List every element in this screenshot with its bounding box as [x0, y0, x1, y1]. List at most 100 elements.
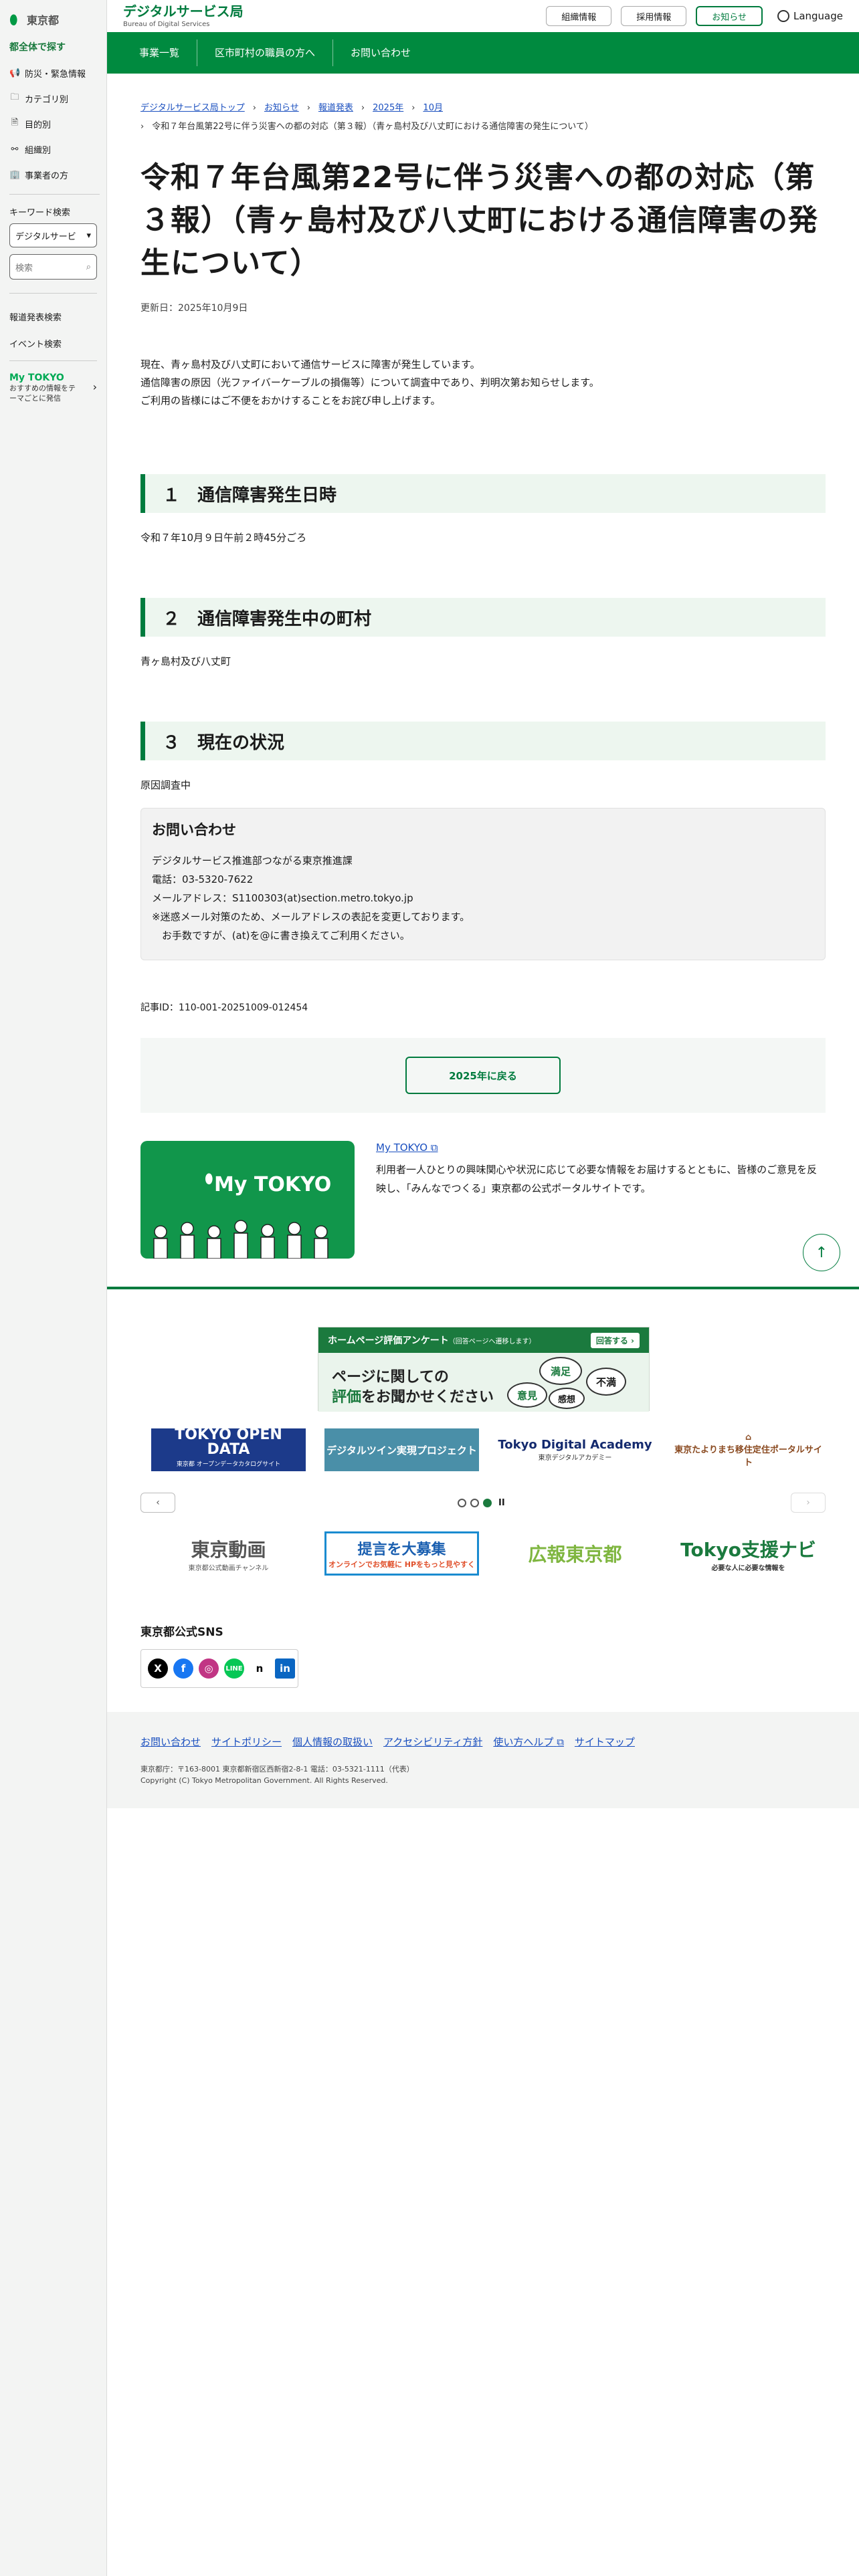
- survey-bar: ホームページ評価アンケート（回答ページへ遷移します） 回答する ›: [318, 1327, 649, 1353]
- line-icon[interactable]: LINE: [224, 1658, 244, 1679]
- address-text: 東京都庁：〒163-8001 東京都新宿区西新宿2-8-1 電話：03-5321…: [140, 1765, 414, 1774]
- sidebar-item-emergency[interactable]: 📢 防災・緊急情報: [9, 60, 100, 86]
- press-release-search-link[interactable]: 報道発表検索: [0, 303, 106, 330]
- survey-answer-button[interactable]: 回答する ›: [590, 1332, 640, 1348]
- nav-item-municipal-staff[interactable]: 区市町村の職員の方へ: [197, 39, 334, 66]
- chevron-right-icon: ›: [411, 103, 415, 113]
- sidebar-item-purpose[interactable]: 🗎 目的別: [9, 111, 100, 136]
- lead-line: 現在、青ヶ島村及び八丈町において通信サービスに障害が発生しています。: [140, 358, 480, 370]
- facebook-icon[interactable]: f: [173, 1658, 193, 1679]
- banner-teigen[interactable]: 提言を大募集 オンラインでお気軽に HPをもっと見やすく: [324, 1531, 480, 1576]
- contact-line: デジタルサービス推進部つながる東京推進課: [152, 855, 353, 867]
- mytokyo-link[interactable]: My TOKYO ⧉: [376, 1142, 438, 1154]
- carousel-prev-button[interactable]: ‹: [140, 1493, 175, 1513]
- main-nav: 事業一覧 区市町村の職員の方へ お問い合わせ: [107, 32, 859, 74]
- globe-icon: [777, 10, 789, 22]
- mytokyo-image-text: My TOKYO: [214, 1173, 332, 1196]
- megaphone-icon: 📢: [9, 68, 21, 78]
- carousel-next-button[interactable]: ›: [791, 1493, 826, 1513]
- language-label: Language: [793, 10, 843, 22]
- sidebar-item-organization[interactable]: ⚯ 組織別: [9, 136, 100, 162]
- language-button[interactable]: Language: [777, 10, 843, 22]
- footer-link-contact[interactable]: お問い合わせ: [140, 1735, 201, 1749]
- sidebar-item-label: 事業者の方: [25, 171, 69, 181]
- survey-line-2: 評価をお聞かせください: [332, 1385, 494, 1406]
- instagram-icon[interactable]: ◎: [199, 1658, 219, 1679]
- search-icon[interactable]: ⌕: [86, 262, 91, 272]
- mytokyo-banner-image[interactable]: ⬮ My TOKYO: [140, 1141, 355, 1259]
- bubble-dissatisfied: 不満: [586, 1368, 626, 1396]
- contact-line: お手数ですが、(at)を@に書き換えてご利用ください。: [152, 930, 410, 942]
- carousel-dot[interactable]: [458, 1499, 466, 1507]
- banner-open-data[interactable]: TOKYO OPEN DATA 東京都 オープンデータカタログサイト: [151, 1428, 306, 1471]
- external-link-icon: ⧉: [557, 1736, 564, 1748]
- recruit-button[interactable]: 採用情報: [621, 6, 687, 26]
- section-body: 令和７年10月９日午前２時45分ごろ: [140, 532, 307, 544]
- footer-link-help[interactable]: 使い方ヘルプ ⧉: [493, 1735, 564, 1749]
- banner-sub: 東京都 オープンデータカタログサイト: [176, 1461, 281, 1468]
- banner-digital-academy[interactable]: Tokyo Digital Academy 東京デジタルアカデミー: [498, 1428, 652, 1471]
- survey-banner[interactable]: ホームページ評価アンケート（回答ページへ遷移します） 回答する › ページに関し…: [318, 1327, 650, 1412]
- breadcrumb-item[interactable]: デジタルサービス局トップ: [140, 103, 245, 113]
- document-icon: 🗎: [11, 118, 19, 128]
- banner-carousel: TOKYO OPEN DATA 東京都 オープンデータカタログサイト デジタルツイ…: [151, 1428, 826, 1471]
- banner-tayori-machi[interactable]: ⌂ 東京たよりまち移住定住ポータルサイト: [671, 1428, 826, 1471]
- keyword-scope-select[interactable]: デジタルサービ ▾: [9, 223, 97, 247]
- carousel-dot-active[interactable]: [483, 1499, 492, 1507]
- department-logo[interactable]: デジタルサービス局 Bureau of Digital Services: [123, 5, 244, 28]
- updated-date: 更新日：2025年10月9日: [140, 303, 248, 314]
- arrow-up-icon: ↑: [815, 1244, 828, 1261]
- mytokyo-promo-text: My TOKYO ⧉ 利用者一人ひとりの興味関心や状況に応じて必要な情報をお届け…: [376, 1141, 824, 1259]
- sns-links: X f ◎ LINE n in: [140, 1649, 298, 1688]
- survey-line-2-rest: をお聞かせください: [361, 1389, 494, 1406]
- breadcrumb-item[interactable]: 報道発表: [318, 103, 353, 113]
- banner-koho-tokyo[interactable]: 広報東京都: [498, 1531, 652, 1576]
- banner-digital-twin[interactable]: デジタルツイン実現プロジェクト: [324, 1428, 479, 1471]
- x-icon[interactable]: X: [148, 1658, 168, 1679]
- back-to-top-button[interactable]: ↑: [803, 1234, 840, 1271]
- survey-line-2-em: 評価: [332, 1389, 362, 1406]
- sidebar-item-label: 目的別: [25, 120, 52, 130]
- chevron-down-icon: ▾: [86, 230, 91, 241]
- org-info-button[interactable]: 組織情報: [546, 6, 612, 26]
- contact-title: お問い合わせ: [152, 822, 236, 838]
- sidebar-item-business[interactable]: 🏢 事業者の方: [9, 162, 100, 187]
- bubble-satisfied: 満足: [539, 1357, 582, 1385]
- banner-sub: オンラインでお気軽に HPをもっと見やすく: [328, 1560, 476, 1569]
- footer-link-sitemap[interactable]: サイトマップ: [575, 1735, 635, 1749]
- mytokyo-sidebar-link[interactable]: My TOKYO おすすめの情報をテーマごとに発信 ›: [0, 370, 106, 404]
- banner-title: Tokyo支援ナビ: [680, 1538, 816, 1561]
- sidebar: ⬮ 東京都 都全体で探す 📢 防災・緊急情報 🗀 カテゴリ別 🗎 目的別 ⚯ 組織別 🏢…: [0, 0, 107, 2576]
- breadcrumb-item[interactable]: 2025年: [373, 103, 403, 113]
- pause-icon[interactable]: II: [498, 1498, 505, 1508]
- mytokyo-desc: 利用者一人ひとりの興味関心や状況に応じて必要な情報をお届けするとともに、皆様のご…: [376, 1164, 818, 1194]
- breadcrumb-item[interactable]: お知らせ: [264, 103, 299, 113]
- bubble-impression: 感想: [549, 1388, 585, 1409]
- event-search-link[interactable]: イベント検索: [0, 330, 106, 356]
- footer-link-policy[interactable]: サイトポリシー: [211, 1735, 282, 1749]
- footer-link-privacy[interactable]: 個人情報の取扱い: [292, 1735, 373, 1749]
- news-button[interactable]: お知らせ: [696, 6, 763, 26]
- carousel-dot[interactable]: [470, 1499, 479, 1507]
- people-illustration: [153, 1220, 328, 1259]
- footer-divider: [107, 1287, 859, 1289]
- tokyo-logo[interactable]: ⬮ 東京都: [0, 0, 106, 29]
- banner-shien-navi[interactable]: Tokyo支援ナビ 必要な人に必要な情報を: [671, 1531, 826, 1576]
- nav-item-contact[interactable]: お問い合わせ: [333, 39, 428, 66]
- back-to-year-button[interactable]: 2025年に戻る: [405, 1057, 561, 1094]
- contact-line: ※迷惑メール対策のため、メールアドレスの表記を変更しております。: [152, 911, 470, 923]
- nav-item-projects[interactable]: 事業一覧: [122, 39, 198, 66]
- breadcrumb: デジタルサービス局トップ › お知らせ › 報道発表 › 2025年 › 10月 › 令和７年台風…: [140, 74, 826, 136]
- sidebar-item-category[interactable]: 🗀 カテゴリ別: [9, 86, 100, 111]
- linkedin-icon[interactable]: in: [275, 1658, 295, 1679]
- copyright-text: Copyright (C) Tokyo Metropolitan Governm…: [140, 1776, 388, 1785]
- note-icon[interactable]: n: [250, 1658, 270, 1679]
- section-heading: １ 通信障害発生日時: [140, 474, 826, 513]
- banner-title: TOKYO OPEN DATA: [175, 1426, 282, 1458]
- banner-tokyo-douga[interactable]: 東京動画 東京都公式動画チャンネル: [151, 1531, 306, 1576]
- search-input[interactable]: 検索 ⌕: [9, 254, 97, 280]
- footer-link-accessibility[interactable]: アクセシビリティ方針: [383, 1735, 482, 1749]
- banner-sub: 東京デジタルアカデミー: [538, 1455, 612, 1462]
- contact-box: お問い合わせ デジタルサービス推進部つながる東京推進課 電話：03-5320-7…: [140, 808, 826, 960]
- breadcrumb-item[interactable]: 10月: [423, 103, 443, 113]
